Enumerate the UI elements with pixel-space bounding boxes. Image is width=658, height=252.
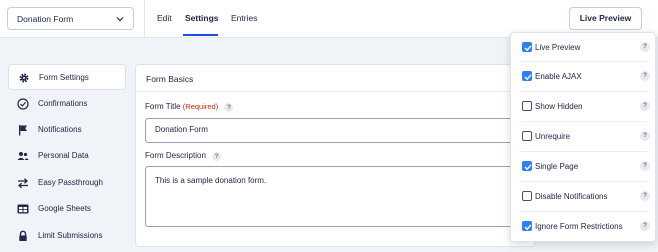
- help-icon[interactable]: ?: [224, 103, 234, 112]
- option-label: Live Preview: [535, 43, 581, 52]
- help-icon[interactable]: ?: [640, 42, 650, 52]
- sidebar-item-label: Confirmations: [38, 99, 88, 108]
- sidebar-item-label: Form Settings: [39, 73, 89, 82]
- option-show-hidden[interactable]: Show Hidden ?: [522, 99, 650, 115]
- help-icon[interactable]: ?: [640, 101, 650, 111]
- option-label: Single Page: [535, 162, 579, 171]
- checkbox-unchecked[interactable]: [522, 101, 532, 111]
- help-icon[interactable]: ?: [640, 221, 650, 231]
- sidebar-item-notifications[interactable]: Notifications: [8, 117, 126, 143]
- panel-title: Form Basics: [146, 74, 194, 84]
- tab-edit[interactable]: Edit: [157, 13, 172, 23]
- form-description-label-text: Form Description: [145, 151, 206, 160]
- divider: [519, 181, 649, 182]
- required-indicator: (Required): [182, 102, 219, 111]
- help-icon[interactable]: ?: [640, 161, 650, 171]
- checkbox-unchecked[interactable]: [522, 131, 532, 141]
- sidebar-item-google-sheets[interactable]: Google Sheets: [8, 196, 126, 222]
- sidebar-item-limit-submissions[interactable]: Limit Submissions: [8, 223, 126, 249]
- form-description-value: This is a sample donation form.: [155, 176, 267, 185]
- form-selector-value: Donation Form: [17, 14, 74, 24]
- sidebar-item-label: Google Sheets: [38, 204, 91, 213]
- option-unrequire[interactable]: Unrequire ?: [522, 129, 650, 145]
- checkbox-checked[interactable]: [522, 221, 532, 231]
- option-ignore-form-restrictions[interactable]: Ignore Form Restrictions ?: [522, 219, 650, 235]
- option-label: Disable Notifications: [535, 192, 608, 201]
- form-description-textarea[interactable]: This is a sample donation form.: [145, 166, 535, 227]
- gear-icon: [19, 73, 29, 83]
- sidebar-item-label: Limit Submissions: [38, 231, 103, 240]
- sidebar-item-label: Personal Data: [38, 151, 89, 160]
- option-single-page[interactable]: Single Page ?: [522, 159, 650, 175]
- help-icon[interactable]: ?: [640, 71, 650, 81]
- checkbox-unchecked[interactable]: [522, 191, 532, 201]
- divider: [519, 211, 649, 212]
- users-icon: [17, 152, 29, 160]
- sidebar-item-label: Notifications: [38, 125, 82, 134]
- chevron-down-icon: [116, 17, 124, 22]
- checkbox-checked[interactable]: [522, 161, 532, 171]
- form-description-label: Form Description ?: [145, 151, 222, 161]
- preview-options-dropdown: Live Preview ? Enable AJAX ? Show Hidden…: [510, 32, 656, 242]
- checkbox-checked[interactable]: [522, 42, 532, 52]
- check-circle-icon: [17, 98, 29, 110]
- option-label: Ignore Form Restrictions: [535, 222, 623, 231]
- option-enable-ajax[interactable]: Enable AJAX ?: [522, 69, 650, 85]
- option-label: Unrequire: [535, 132, 571, 141]
- help-icon[interactable]: ?: [640, 191, 650, 201]
- checkbox-checked[interactable]: [522, 71, 532, 81]
- form-title-label: Form Title (Required) ?: [145, 102, 234, 112]
- arrows-swap-icon: [18, 178, 28, 189]
- option-label: Enable AJAX: [535, 72, 582, 81]
- active-tab-indicator: [183, 34, 218, 36]
- panel-header: Form Basics: [136, 65, 534, 92]
- sidebar-item-easy-passthrough[interactable]: Easy Passthrough: [8, 170, 126, 196]
- option-live-preview[interactable]: Live Preview ?: [522, 40, 650, 56]
- option-disable-notifications[interactable]: Disable Notifications ?: [522, 189, 650, 205]
- divider: [519, 91, 649, 92]
- form-title-value: Donation Form: [155, 125, 208, 134]
- live-preview-button[interactable]: Live Preview: [569, 7, 642, 30]
- form-basics-panel: Form Basics Form Title (Required) ? Dona…: [135, 64, 535, 247]
- lock-icon: [19, 230, 27, 241]
- help-icon[interactable]: ?: [640, 131, 650, 141]
- divider: [519, 151, 649, 152]
- divider: [519, 61, 649, 62]
- flag-icon: [19, 125, 27, 136]
- toolbar-divider: [144, 0, 145, 38]
- tab-entries[interactable]: Entries: [231, 13, 257, 23]
- divider: [519, 121, 649, 122]
- sidebar-item-personal-data[interactable]: Personal Data: [8, 143, 126, 169]
- sidebar-item-label: Easy Passthrough: [38, 178, 103, 187]
- tab-settings[interactable]: Settings: [185, 13, 219, 23]
- form-title-input[interactable]: Donation Form: [145, 118, 535, 143]
- option-label: Show Hidden: [535, 102, 583, 111]
- sidebar-item-form-settings[interactable]: Form Settings: [8, 64, 126, 90]
- form-selector[interactable]: Donation Form: [7, 7, 134, 30]
- sidebar-item-confirmations[interactable]: Confirmations: [8, 91, 126, 117]
- form-title-label-text: Form Title: [145, 102, 181, 111]
- help-icon[interactable]: ?: [212, 152, 222, 161]
- table-icon: [17, 204, 29, 214]
